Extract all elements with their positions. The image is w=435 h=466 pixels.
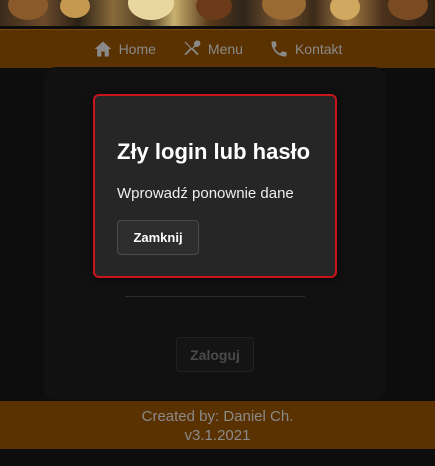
nav-item-home-label: Home bbox=[118, 41, 156, 57]
nav-item-menu-label: Menu bbox=[207, 41, 243, 57]
nav-item-kontakt-label: Kontakt bbox=[294, 41, 343, 57]
phone-icon bbox=[271, 41, 287, 57]
error-dialog: Zły login lub hasło Wprowadź ponownie da… bbox=[93, 94, 337, 278]
password-field-underline[interactable] bbox=[125, 296, 305, 297]
nav-item-kontakt[interactable]: Kontakt bbox=[269, 39, 342, 59]
footer-credits: Created by: Daniel Ch. bbox=[141, 408, 294, 425]
close-button[interactable]: Zamknij bbox=[117, 220, 199, 255]
nav-item-menu[interactable]: Menu bbox=[182, 39, 243, 59]
main-navigation: Home Menu Kontakt bbox=[0, 29, 435, 68]
header-food-image bbox=[0, 0, 435, 26]
dialog-title: Zły login lub hasło bbox=[117, 139, 311, 164]
page-bottom bbox=[0, 449, 435, 466]
nav-item-home[interactable]: Home bbox=[93, 39, 156, 59]
page-footer: Created by: Daniel Ch. v3.1.2021 bbox=[0, 401, 435, 449]
footer-version: v3.1.2021 bbox=[184, 427, 251, 444]
fork-knife-icon bbox=[184, 40, 201, 56]
home-icon bbox=[94, 41, 111, 57]
login-button[interactable]: Zaloguj bbox=[176, 337, 254, 372]
dialog-message: Wprowadź ponownie dane bbox=[117, 185, 294, 202]
